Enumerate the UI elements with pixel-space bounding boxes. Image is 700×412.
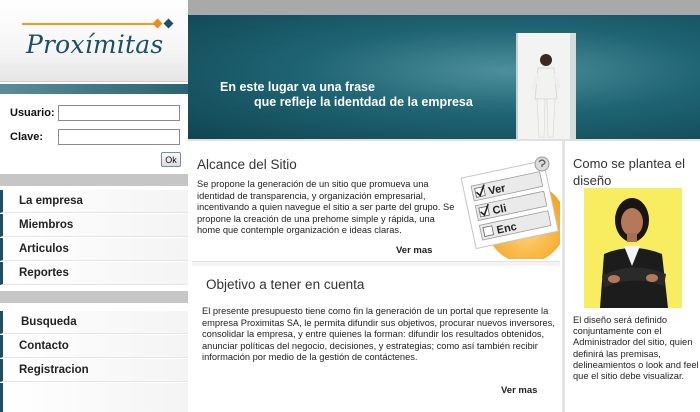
alcance-section: Alcance del Sitio Se propone la generaci… xyxy=(190,143,560,261)
banner-tagline-line1: En este lugar va una frase xyxy=(220,80,375,94)
nav-item-contacto[interactable]: Contacto xyxy=(0,335,188,358)
nav-separator xyxy=(0,174,188,186)
nav-item-label: Registracion xyxy=(19,364,89,376)
checklist-image: Ver Cli Enc xyxy=(460,156,560,259)
objetivo-text: El presente presupuesto tiene como fin l… xyxy=(202,306,555,363)
username-input[interactable] xyxy=(58,105,180,121)
logo-accent-line xyxy=(22,23,160,25)
login-form: Usuario: Clave: Ok xyxy=(0,94,188,172)
login-ok-button[interactable]: Ok xyxy=(161,152,181,167)
objetivo-section: Objetivo a tener en cuenta El presente p… xyxy=(190,266,560,412)
objetivo-ver-mas-link[interactable]: Ver mas xyxy=(501,385,537,396)
plantea-section: Como se plantea el diseño El diseño será… xyxy=(566,141,700,412)
nav-item-label: Busqueda xyxy=(21,316,77,328)
sidebar-teal-bar xyxy=(0,84,188,94)
nav-item-reportes[interactable]: Reportes xyxy=(0,262,188,285)
left-sidebar: Proxímitas Usuario: Clave: Ok La empresa… xyxy=(0,0,188,412)
banner-tagline-line2: que refleje la identdad de la empresa xyxy=(254,95,473,109)
alcance-title: Alcance del Sitio xyxy=(197,157,297,172)
logo-diamond-teal-icon xyxy=(163,18,174,29)
nav-item-la-empresa[interactable]: La empresa xyxy=(0,190,188,213)
nav-item-label: Miembros xyxy=(19,219,74,231)
objetivo-title: Objetivo a tener en cuenta xyxy=(206,277,365,292)
logo-text: Proxímitas xyxy=(26,30,164,59)
password-label: Clave: xyxy=(10,131,44,143)
logo[interactable]: Proxímitas xyxy=(0,0,188,82)
plantea-title: Como se plantea el diseño xyxy=(573,156,686,188)
nav-item-articulos[interactable]: Articulos xyxy=(0,238,188,261)
nav-item-label: Articulos xyxy=(19,243,69,255)
username-label: Usuario: xyxy=(10,107,55,119)
logo-diamond-orange-icon xyxy=(152,18,163,29)
banner-person-image xyxy=(530,54,561,138)
nav-item-empty xyxy=(0,383,188,412)
hero-banner: En este lugar va una frase que refleje l… xyxy=(188,15,700,139)
nav-item-label: La empresa xyxy=(19,195,83,207)
alcance-ver-mas-link[interactable]: Ver mas xyxy=(396,245,432,256)
nav-item-busqueda[interactable]: Busqueda xyxy=(0,311,188,334)
column-divider xyxy=(562,141,565,412)
plantea-text: El diseño será definido conjuntamente co… xyxy=(573,315,699,382)
nav-item-miembros[interactable]: Miembros xyxy=(0,214,188,237)
businesswoman-photo xyxy=(584,188,682,308)
password-input[interactable] xyxy=(58,129,180,145)
alcance-text: Se propone la generación de un sitio que… xyxy=(197,179,455,236)
banner-door-frame xyxy=(570,33,576,139)
nav-separator xyxy=(0,291,188,303)
nav-item-label: Contacto xyxy=(19,340,69,352)
nav-item-registracion[interactable]: Registracion xyxy=(0,359,188,382)
top-grey-bar xyxy=(188,0,700,15)
nav-item-label: Reportes xyxy=(19,267,69,279)
